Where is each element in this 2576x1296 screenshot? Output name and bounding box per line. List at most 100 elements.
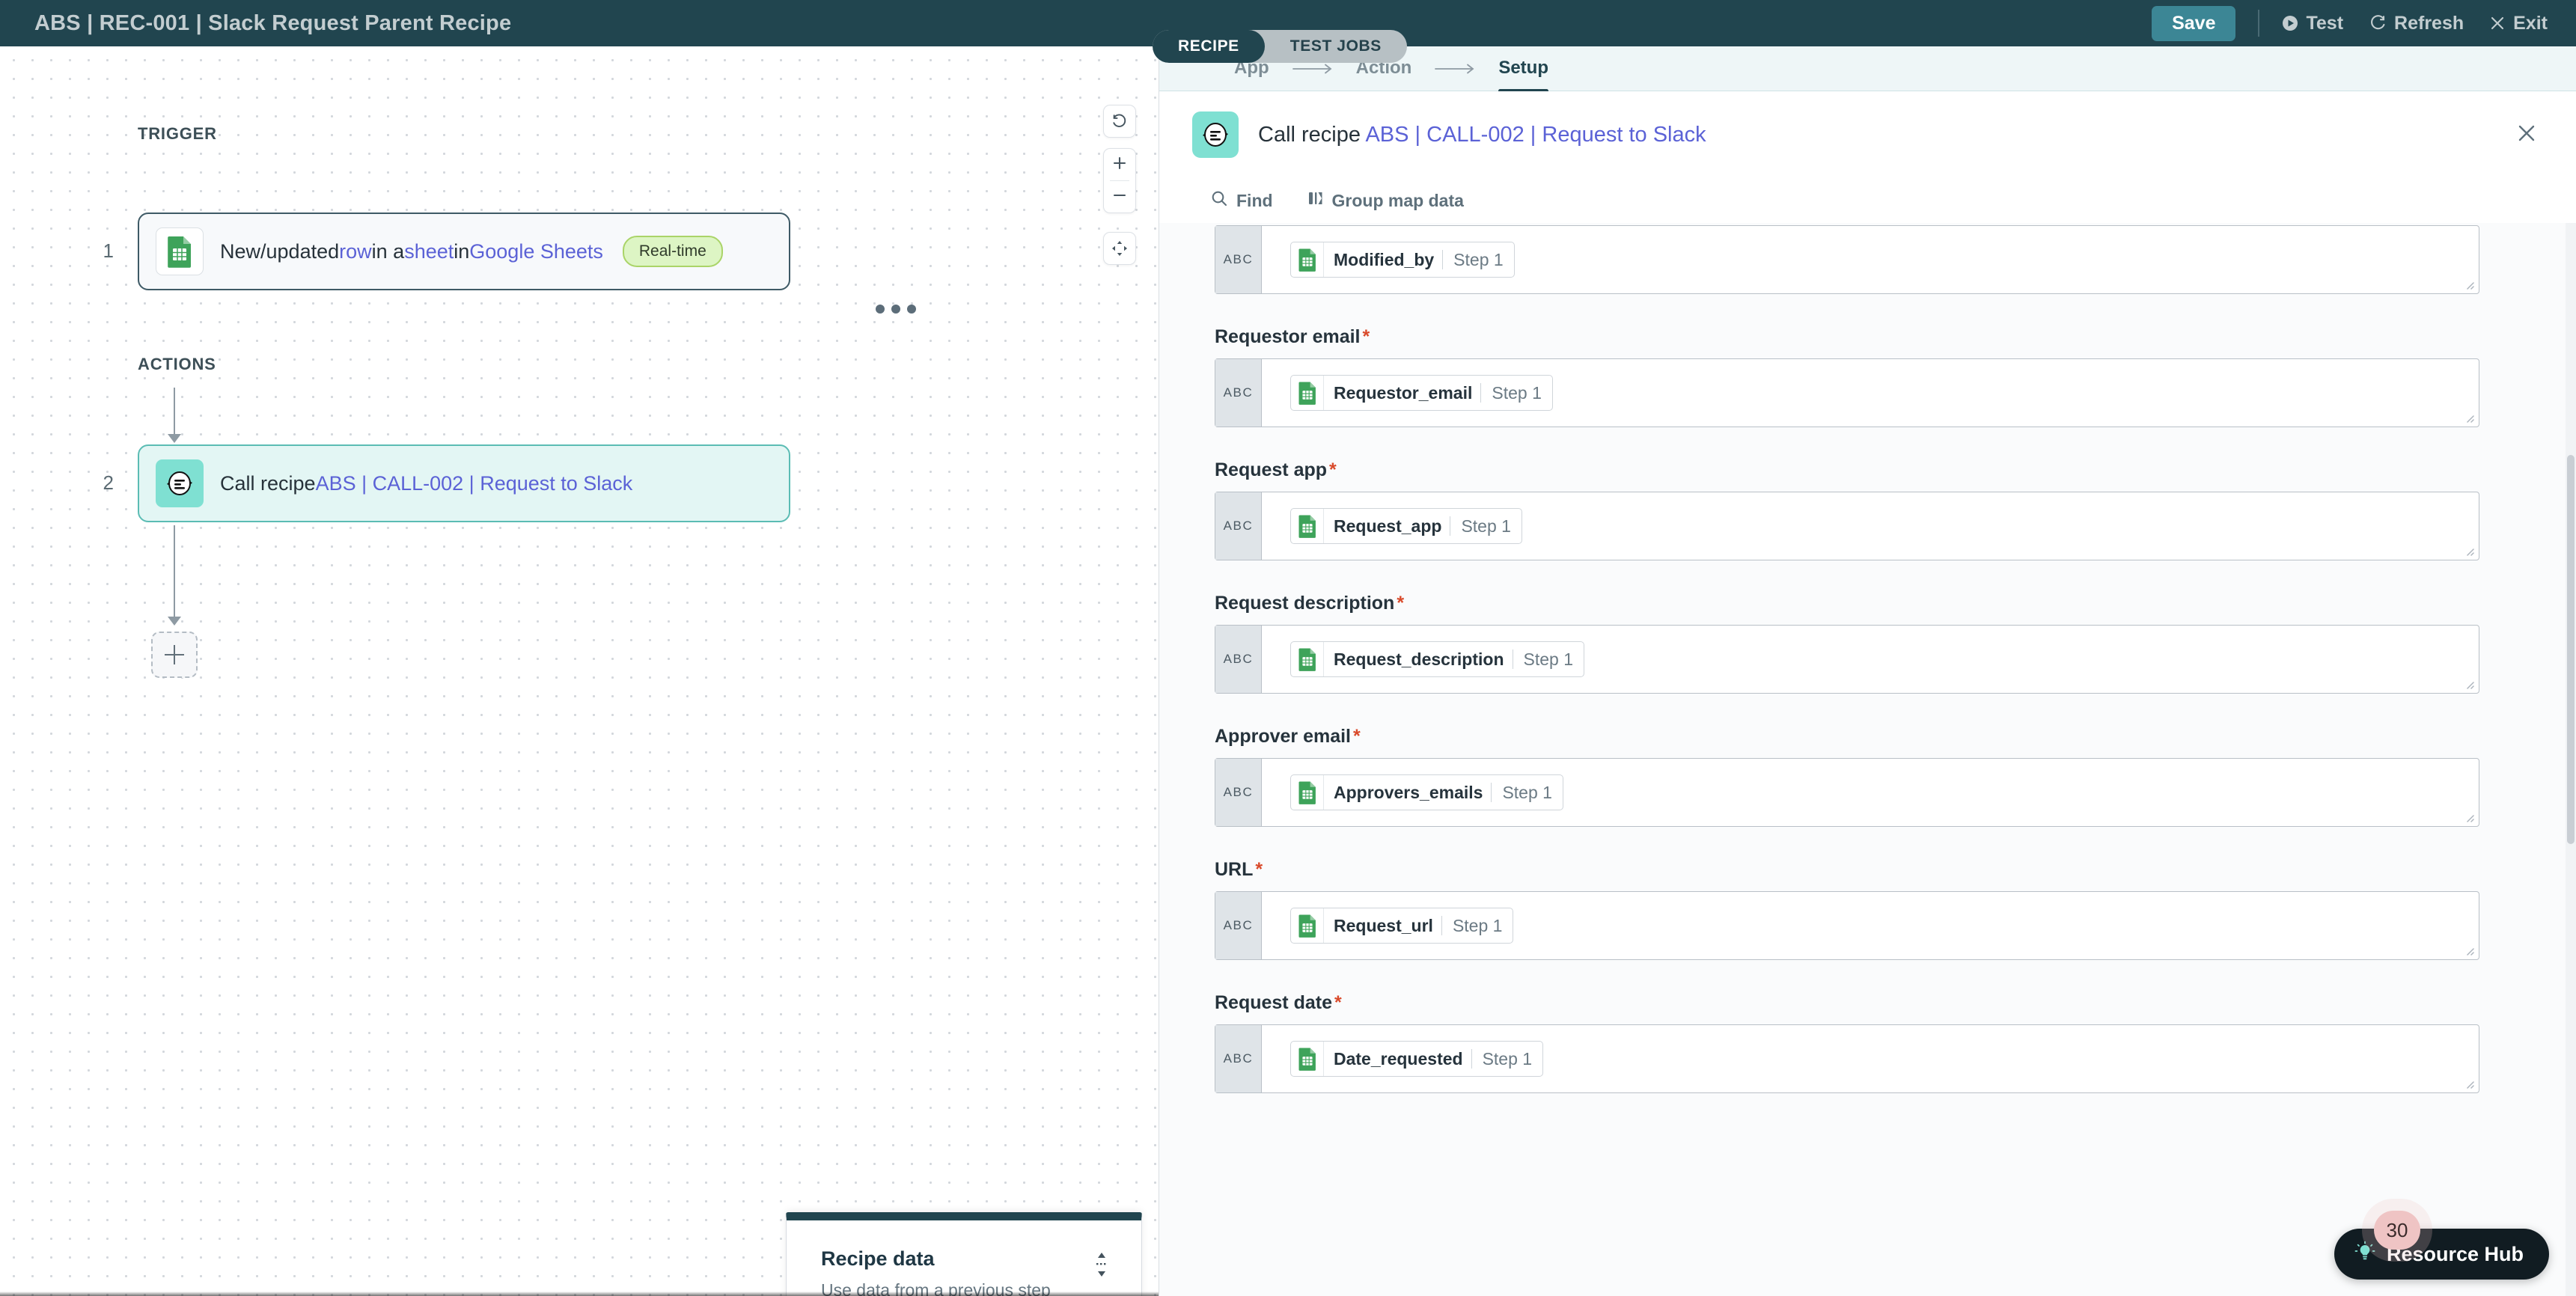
trigger-text-mid2: in xyxy=(454,239,470,263)
field-value[interactable]: Modified_by Step 1 xyxy=(1262,226,2479,293)
datapill-step: Step 1 xyxy=(1453,249,1504,269)
arrow-right-icon xyxy=(1292,63,1334,75)
toolbar-divider xyxy=(2258,10,2260,37)
form-field: Request description * ABC Request_descrip… xyxy=(1215,593,2521,694)
zoom-in-button[interactable] xyxy=(1104,149,1135,180)
google-sheets-icon xyxy=(1291,509,1324,543)
field-datatype-badge: ABC xyxy=(1215,626,1262,693)
datapill[interactable]: Request_description Step 1 xyxy=(1290,641,1584,677)
field-datatype-badge: ABC xyxy=(1215,892,1262,959)
view-tabs: RECIPE TEST JOBS xyxy=(1153,30,1407,63)
field-label-text: URL xyxy=(1215,859,1254,880)
form-field: Request date * ABC Date_requested Step 1 xyxy=(1215,992,2521,1093)
field-value[interactable]: Approvers_emails Step 1 xyxy=(1262,759,2479,826)
required-indicator: * xyxy=(1329,459,1337,480)
setup-form[interactable]: Request ID* ABC Modified_by Step 1 Reque… xyxy=(1159,223,2576,1296)
datapill-name: Request_url xyxy=(1334,915,1433,935)
arrow-right-icon xyxy=(1434,63,1476,75)
breadcrumb-setup[interactable]: Setup xyxy=(1498,58,1548,93)
lightbulb-icon xyxy=(2354,1241,2376,1268)
connector-arrow-2 xyxy=(168,617,181,626)
field-value[interactable]: Date_requested Step 1 xyxy=(1262,1025,2479,1092)
resize-handle-icon[interactable] xyxy=(2463,545,2475,557)
form-field: URL * ABC Request_url Step 1 xyxy=(1215,859,2521,960)
datapill[interactable]: Request_url Step 1 xyxy=(1290,908,1514,944)
field-value[interactable]: Request_app Step 1 xyxy=(1262,492,2479,560)
find-button[interactable]: Find xyxy=(1210,189,1273,212)
save-button[interactable]: Save xyxy=(2152,5,2236,41)
panel-close-button[interactable] xyxy=(2509,117,2544,152)
field-label: Approver email * xyxy=(1215,726,2521,748)
datapill[interactable]: Request_app Step 1 xyxy=(1290,508,1522,544)
recipe-canvas[interactable]: TRIGGER 1 New/updated row in a sheet in … xyxy=(0,46,1159,1296)
group-map-icon xyxy=(1307,190,1324,211)
google-sheets-icon xyxy=(1291,775,1324,810)
datapill-step: Step 1 xyxy=(1523,649,1574,669)
step-number-1: 1 xyxy=(103,239,114,262)
field-input[interactable]: ABC Date_requested Step 1 xyxy=(1215,1024,2479,1093)
google-sheets-icon xyxy=(1291,642,1324,676)
reset-view-button[interactable] xyxy=(1103,105,1136,138)
action-link-recipe[interactable]: ABS | CALL-002 | Request to Slack xyxy=(316,472,633,495)
zoom-out-button[interactable] xyxy=(1104,181,1135,213)
datapill-step: Step 1 xyxy=(1461,516,1511,536)
call-recipe-icon xyxy=(1192,111,1239,158)
field-input[interactable]: ABC Modified_by Step 1 xyxy=(1215,225,2479,294)
google-sheets-icon xyxy=(1291,376,1324,410)
field-input[interactable]: ABC Request_url Step 1 xyxy=(1215,891,2479,960)
test-button[interactable]: Test xyxy=(2282,13,2343,34)
field-input[interactable]: ABC Request_app Step 1 xyxy=(1215,492,2479,560)
field-input[interactable]: ABC Approvers_emails Step 1 xyxy=(1215,758,2479,827)
trigger-link-sheet[interactable]: sheet xyxy=(404,240,454,263)
form-field: Requestor email * ABC Requestor_email Ste… xyxy=(1215,326,2521,427)
resize-handle-icon[interactable] xyxy=(2463,278,2475,290)
datapill[interactable]: Modified_by Step 1 xyxy=(1290,242,1515,278)
field-input[interactable]: ABC Request_description Step 1 xyxy=(1215,625,2479,694)
resource-hub-button[interactable]: Resource Hub xyxy=(2334,1229,2549,1280)
datapill-name: Request_app xyxy=(1334,516,1442,536)
trigger-link-row[interactable]: row xyxy=(339,240,372,263)
resize-handle-icon[interactable] xyxy=(2463,678,2475,690)
panel-scrollbar[interactable] xyxy=(2566,223,2576,1296)
field-value[interactable]: Request_url Step 1 xyxy=(1262,892,2479,959)
field-value[interactable]: Requestor_email Step 1 xyxy=(1262,359,2479,427)
fit-view-button[interactable] xyxy=(1103,232,1136,265)
recipe-data-panel[interactable]: Recipe data Use data from a previous ste… xyxy=(786,1212,1142,1296)
field-datatype-badge: ABC xyxy=(1215,359,1262,427)
ellipsis-icon[interactable] xyxy=(876,305,916,314)
tab-test-jobs[interactable]: TEST JOBS xyxy=(1265,30,1407,63)
play-circle-icon xyxy=(2282,15,2298,31)
datapill-name: Modified_by xyxy=(1334,249,1435,269)
field-value[interactable]: Request_description Step 1 xyxy=(1262,626,2479,693)
panel-scrollbar-thumb[interactable] xyxy=(2567,455,2575,844)
panel-title-link[interactable]: ABS | CALL-002 | Request to Slack xyxy=(1365,123,1706,147)
action-step-node[interactable]: Call recipe ABS | CALL-002 | Request to … xyxy=(138,444,790,522)
datapill-step: Step 1 xyxy=(1482,1048,1533,1069)
zoom-controls xyxy=(1103,148,1136,213)
resize-handle-icon[interactable] xyxy=(2463,412,2475,424)
resize-handle-icon[interactable] xyxy=(2463,944,2475,956)
datapill[interactable]: Date_requested Step 1 xyxy=(1290,1041,1544,1077)
connector-line-1 xyxy=(174,388,175,434)
field-input[interactable]: ABC Requestor_email Step 1 xyxy=(1215,358,2479,427)
trigger-link-google-sheets[interactable]: Google Sheets xyxy=(469,240,603,263)
resize-vertical-icon[interactable] xyxy=(1093,1252,1110,1281)
group-map-data-label: Group map data xyxy=(1331,190,1464,210)
group-map-data-button[interactable]: Group map data xyxy=(1307,190,1464,211)
action-text-prefix: Call recipe xyxy=(220,471,316,495)
fit-view-icon xyxy=(1104,233,1135,264)
tab-recipe[interactable]: RECIPE xyxy=(1153,30,1265,63)
exit-button[interactable]: Exit xyxy=(2489,13,2548,34)
call-recipe-icon xyxy=(156,459,204,507)
required-indicator: * xyxy=(1397,593,1405,614)
resize-handle-icon[interactable] xyxy=(2463,1078,2475,1089)
field-datatype-badge: ABC xyxy=(1215,759,1262,826)
datapill[interactable]: Approvers_emails Step 1 xyxy=(1290,774,1563,810)
resize-handle-icon[interactable] xyxy=(2463,811,2475,823)
trigger-step-node[interactable]: New/updated row in a sheet in Google She… xyxy=(138,213,790,290)
datapill[interactable]: Requestor_email Step 1 xyxy=(1290,375,1553,411)
refresh-button[interactable]: Refresh xyxy=(2369,13,2464,34)
trigger-text-mid1: in a xyxy=(371,239,405,263)
add-step-button[interactable] xyxy=(151,632,198,678)
datapill-step: Step 1 xyxy=(1502,782,1552,802)
